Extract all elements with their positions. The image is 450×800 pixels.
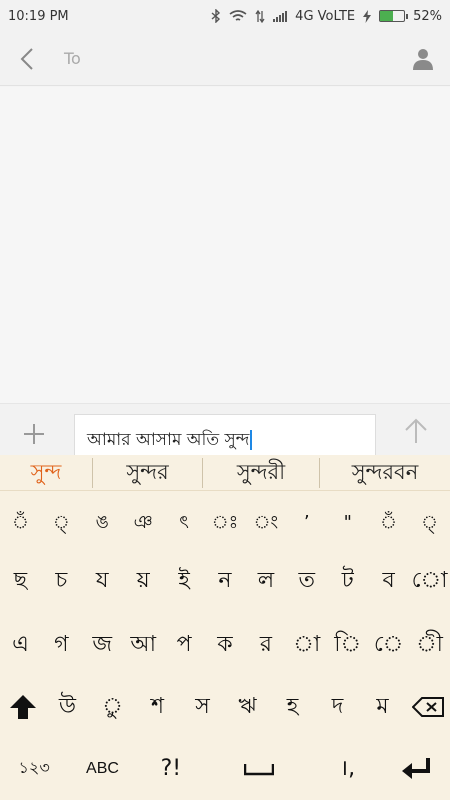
space-bar-icon: [244, 764, 275, 776]
suggestion-bar: সুন্দ সুন্দর সুন্দরী সুন্দরবন: [0, 455, 450, 491]
key[interactable]: শ: [138, 687, 178, 727]
charging-icon: [363, 9, 372, 23]
key[interactable]: ": [328, 503, 368, 543]
key[interactable]: র: [246, 625, 286, 665]
key[interactable]: ঁ: [369, 503, 409, 543]
key[interactable]: ী: [410, 625, 450, 665]
arrow-up-icon: [405, 418, 427, 443]
recipient-input[interactable]: To: [64, 49, 396, 68]
key[interactable]: ৎ: [164, 503, 204, 543]
bluetooth-icon: [211, 9, 221, 23]
battery-percent: 52%: [413, 8, 442, 24]
message-text: আমার আসাম অতি সুন্দ: [87, 430, 250, 450]
text-caret: [250, 430, 253, 450]
suggestion-item[interactable]: সুন্দরী: [203, 455, 319, 490]
suggestion-item[interactable]: সুন্দর: [93, 455, 202, 490]
key[interactable]: ব: [369, 561, 409, 601]
network-type: 4G VoLTE: [295, 8, 356, 24]
send-button[interactable]: [404, 418, 428, 451]
punctuation-key[interactable]: ।,: [327, 749, 367, 789]
shift-key[interactable]: [3, 694, 43, 720]
person-icon: [413, 48, 433, 70]
key[interactable]: চ: [41, 561, 81, 601]
key[interactable]: জ: [82, 625, 122, 665]
key[interactable]: ঃ: [205, 503, 245, 543]
key-row-3: এ গ জ আ প ক র া ি ে ী: [0, 625, 450, 665]
status-time: 10:19 PM: [8, 8, 69, 24]
key[interactable]: দ: [318, 687, 358, 727]
key-row-4: উ ু শ স ঋ হ দ ম: [0, 687, 450, 727]
key[interactable]: ি: [328, 625, 368, 665]
status-icons: 4G VoLTE 52%: [211, 9, 442, 24]
status-bar: 10:19 PM 4G VoLTE 52%: [0, 0, 450, 32]
key[interactable]: প: [164, 625, 204, 665]
backspace-key[interactable]: [408, 697, 448, 717]
key[interactable]: ো: [410, 561, 450, 601]
wifi-icon: [229, 9, 247, 21]
battery-icon: [379, 10, 409, 22]
key-row-2: ছ চ য য় ই ন ল ত ট ব ো: [0, 561, 450, 601]
numbers-key[interactable]: ১২৩: [14, 749, 54, 789]
signal-icon: [273, 10, 288, 22]
key-row-bottom: ১২৩ ABC ?! ।,: [0, 749, 450, 789]
bengali-keyboard: সুন্দ সুন্দর সুন্দরী সুন্দরবন ঁ ্ ঙ ঞ ৎ …: [0, 455, 450, 800]
plus-icon: [24, 424, 44, 444]
key[interactable]: ে: [369, 625, 409, 665]
key[interactable]: ্: [410, 503, 450, 543]
key[interactable]: ঋ: [228, 687, 268, 727]
key[interactable]: এ: [0, 625, 40, 665]
key[interactable]: ্: [41, 503, 81, 543]
key[interactable]: স: [183, 687, 223, 727]
key[interactable]: হ: [273, 687, 313, 727]
key[interactable]: উ: [48, 687, 88, 727]
compose-bar: আমার আসাম অতি সুন্দ: [0, 403, 450, 459]
data-transfer-icon: [255, 9, 265, 23]
key[interactable]: ’: [287, 503, 327, 543]
back-button[interactable]: [0, 32, 54, 86]
symbols-key[interactable]: ?!: [151, 749, 191, 789]
suggestion-primary[interactable]: সুন্দ: [0, 455, 92, 490]
key[interactable]: ঞ: [123, 503, 163, 543]
key[interactable]: ম: [363, 687, 403, 727]
key[interactable]: ঙ: [82, 503, 122, 543]
key[interactable]: ন: [205, 561, 245, 601]
key[interactable]: া: [287, 625, 327, 665]
key[interactable]: য়: [123, 561, 163, 601]
key[interactable]: ট: [328, 561, 368, 601]
abc-key[interactable]: ABC: [82, 749, 122, 789]
key[interactable]: ঁ: [0, 503, 40, 543]
key[interactable]: য: [82, 561, 122, 601]
chevron-left-icon: [20, 47, 33, 70]
key[interactable]: ং: [246, 503, 286, 543]
key[interactable]: ছ: [0, 561, 40, 601]
key[interactable]: ু: [93, 687, 133, 727]
enter-arrow-icon: [401, 758, 430, 779]
app-bar: To: [0, 32, 450, 86]
key[interactable]: ক: [205, 625, 245, 665]
space-key[interactable]: [219, 762, 299, 776]
key[interactable]: ই: [164, 561, 204, 601]
shift-arrow-icon: [9, 695, 36, 719]
backspace-icon: [411, 697, 444, 717]
key-row-1: ঁ ্ ঙ ঞ ৎ ঃ ং ’ " ঁ ্: [0, 503, 450, 543]
key[interactable]: গ: [41, 625, 81, 665]
contact-button[interactable]: [396, 32, 450, 86]
attach-plus-icon[interactable]: [22, 422, 46, 451]
key[interactable]: আ: [123, 625, 163, 665]
key[interactable]: ল: [246, 561, 286, 601]
key[interactable]: ত: [287, 561, 327, 601]
enter-key[interactable]: [396, 757, 436, 781]
conversation-area: [0, 87, 450, 403]
message-input[interactable]: আমার আসাম অতি সুন্দ: [74, 414, 376, 459]
suggestion-item[interactable]: সুন্দরবন: [320, 455, 450, 490]
